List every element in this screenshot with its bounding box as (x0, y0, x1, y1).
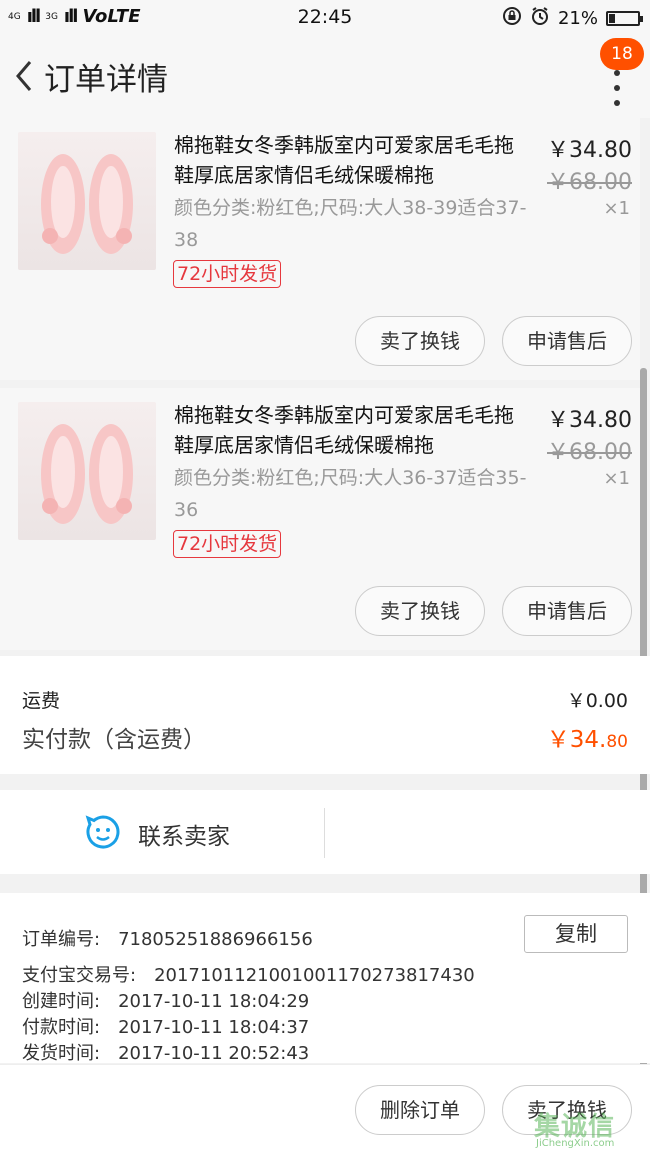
back-arrow-icon[interactable] (10, 56, 36, 96)
shipping-fee-value: ￥0.00 (566, 690, 628, 712)
battery-icon (606, 11, 643, 26)
watermark-logo: 集诚信 JiChengXin.com (528, 1102, 650, 1155)
alipay-row: 支付宝交易号: 2017101121001001170273817430 (22, 961, 475, 987)
payment-summary: 运费 ￥0.00 实付款（含运费） ￥34.80 (0, 656, 650, 774)
created-time: 2017-10-11 18:04:29 (118, 991, 310, 1012)
order-number-row: 订单编号: 71805251886966156 (22, 925, 313, 951)
order-info: 订单编号: 71805251886966156 复制 支付宝交易号: 2017101… (0, 893, 650, 1065)
product-image[interactable] (18, 132, 156, 270)
alarm-icon (530, 6, 550, 31)
product-sku: 颜色分类:粉红色;尺码:大人38-39适合37-38 (174, 197, 527, 251)
paid-time-label: 付款时间: (22, 1017, 101, 1038)
product-title[interactable]: 棉拖鞋女冬季韩版室内可爱家居毛毛拖鞋厚底居家情侣毛绒保暖棉拖 (174, 130, 524, 190)
divider (324, 808, 325, 858)
product-original-price: ￥68.00 (547, 170, 632, 195)
shipped-time: 2017-10-11 20:52:43 (118, 1043, 310, 1064)
shipping-tag: 72小时发货 (173, 260, 282, 288)
after-sale-button[interactable]: 申请售后 (502, 586, 632, 636)
chat-face-icon[interactable] (85, 814, 121, 850)
shipping-tag: 72小时发货 (173, 530, 282, 558)
shipped-time-label: 发货时间: (22, 1043, 101, 1064)
paid-time: 2017-10-11 18:04:37 (118, 1017, 310, 1038)
product-price: ￥34.80 (547, 138, 632, 163)
paid-amount-label: 实付款（含运费） (22, 727, 206, 753)
product-quantity: ×1 (603, 198, 630, 219)
copy-button[interactable]: 复制 (524, 915, 628, 953)
order-number: 71805251886966156 (118, 929, 313, 950)
shipped-time-row: 发货时间: 2017-10-11 20:52:43 (22, 1039, 309, 1065)
contact-seller-row: 联系卖家 (0, 790, 650, 874)
paid-amount-main: ￥34. (546, 727, 607, 753)
product-title[interactable]: 棉拖鞋女冬季韩版室内可爱家居毛毛拖鞋厚底居家情侣毛绒保暖棉拖 (174, 400, 524, 460)
after-sale-button[interactable]: 申请售后 (502, 316, 632, 366)
order-item-card[interactable]: 棉拖鞋女冬季韩版室内可爱家居毛毛拖鞋厚底居家情侣毛绒保暖棉拖 颜色分类:粉红色;… (0, 118, 640, 380)
delete-order-button[interactable]: 删除订单 (355, 1085, 485, 1135)
product-sku: 颜色分类:粉红色;尺码:大人36-37适合35-36 (174, 467, 527, 521)
shipping-fee-label: 运费 (22, 690, 61, 712)
paid-amount-value: ￥34.80 (547, 720, 628, 754)
page-title: 订单详情 (44, 62, 168, 98)
watermark-url: JiChengXin.com (536, 1138, 615, 1149)
lock-rotation-icon (502, 6, 522, 31)
product-price: ￥34.80 (547, 408, 632, 433)
alipay-label: 支付宝交易号: (22, 965, 137, 986)
product-original-price: ￥68.00 (547, 440, 632, 465)
order-number-label: 订单编号: (22, 929, 101, 950)
sell-for-cash-button[interactable]: 卖了换钱 (355, 316, 485, 366)
more-menu-icon[interactable] (614, 70, 622, 106)
product-image[interactable] (18, 402, 156, 540)
status-right: 21% (502, 6, 643, 31)
product-quantity: ×1 (603, 468, 630, 489)
alipay-trade-number: 2017101121001001170273817430 (154, 965, 475, 986)
contact-seller-button[interactable]: 联系卖家 (138, 817, 230, 851)
status-bar: 4G ıll 3G ıll VoLTE 22:45 21% (0, 0, 650, 34)
order-item-card[interactable]: 棉拖鞋女冬季韩版室内可爱家居毛毛拖鞋厚底居家情侣毛绒保暖棉拖 颜色分类:粉红色;… (0, 388, 640, 650)
battery-fill (609, 14, 615, 23)
sell-for-cash-button[interactable]: 卖了换钱 (355, 586, 485, 636)
paid-time-row: 付款时间: 2017-10-11 18:04:37 (22, 1013, 309, 1039)
paid-amount-cents: 80 (606, 732, 628, 752)
battery-percent: 21% (557, 8, 598, 29)
created-time-label: 创建时间: (22, 991, 101, 1012)
nav-header: 订单详情 (0, 34, 650, 118)
notification-badge: 18 (600, 38, 644, 70)
created-time-row: 创建时间: 2017-10-11 18:04:29 (22, 987, 309, 1013)
